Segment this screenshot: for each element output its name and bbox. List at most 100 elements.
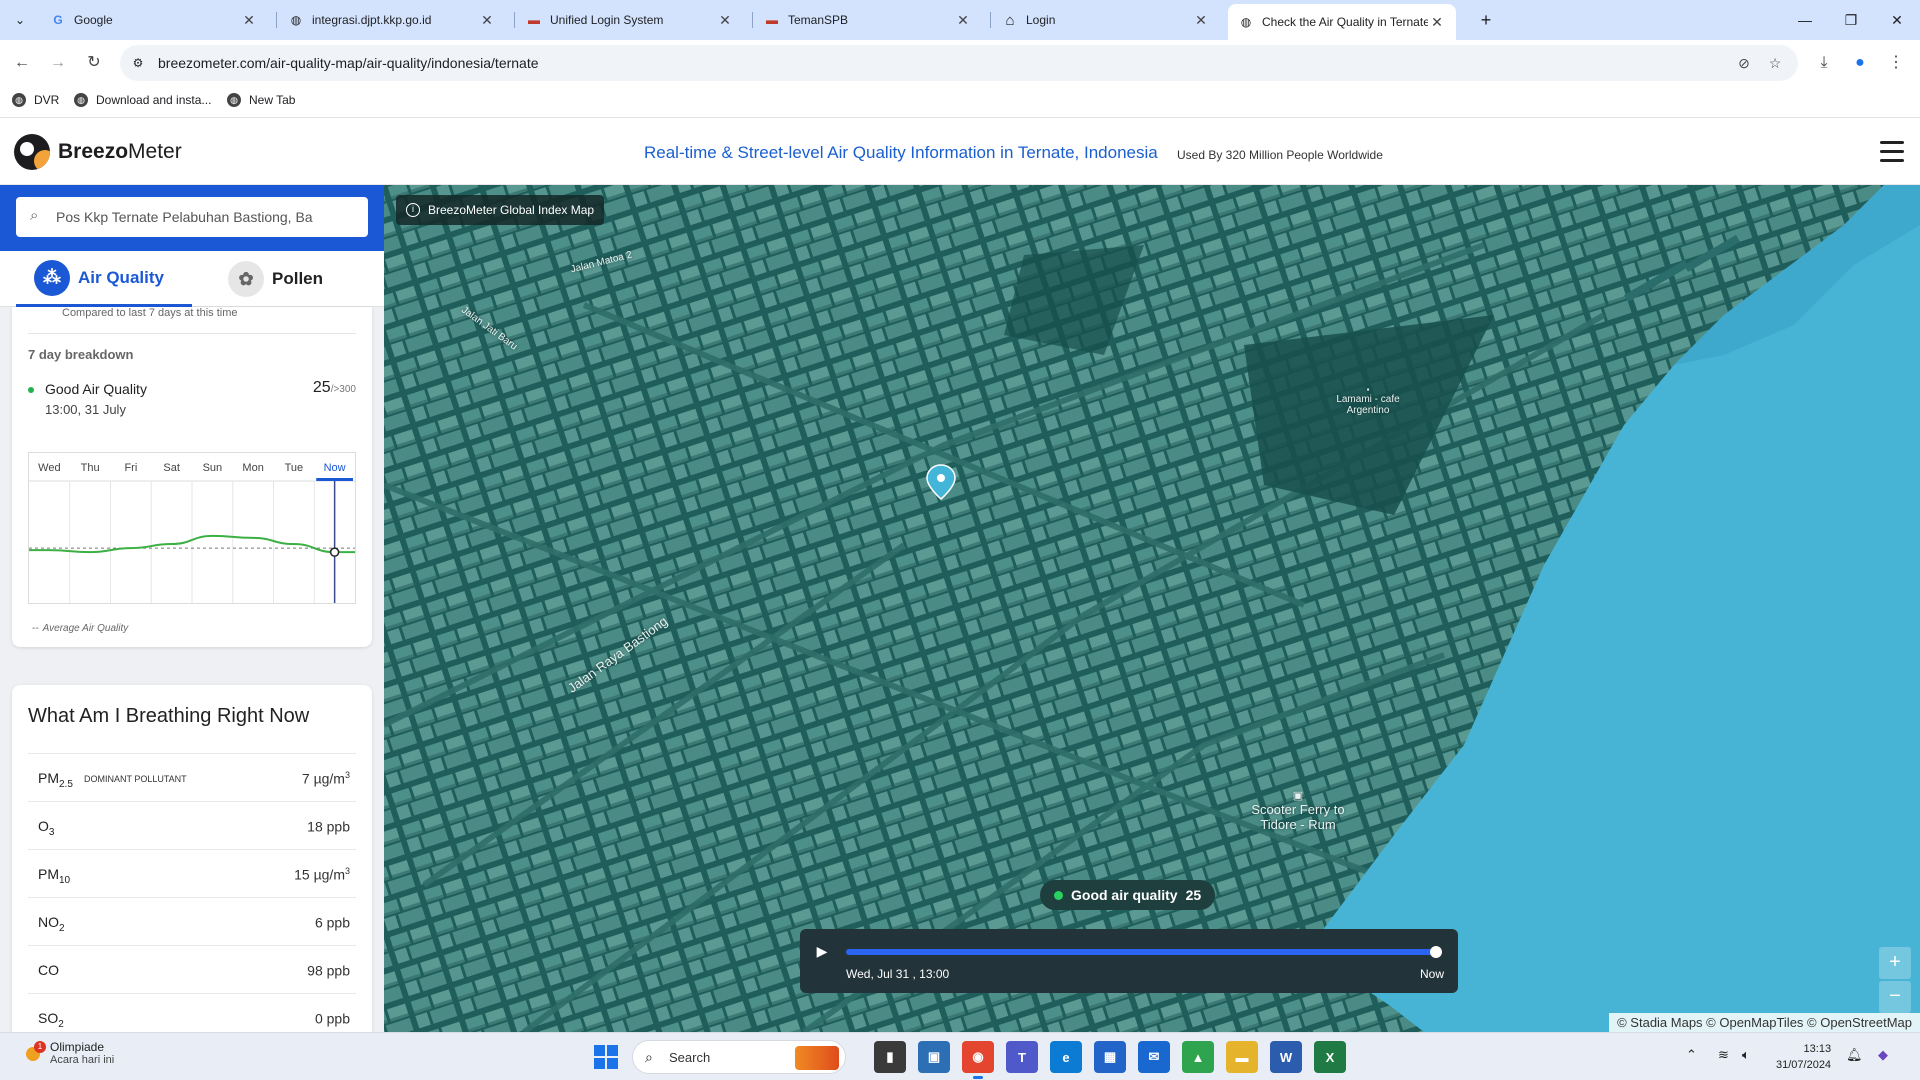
tab-search-chevron-icon[interactable]: ⌄ [8,8,32,32]
window-close-icon[interactable]: ✕ [1874,0,1920,40]
sidebar: ⌕ ⁂ Air Quality ✿ Pollen Compared to las… [0,185,384,1032]
seven-day-chart[interactable]: Wed Thu Fri Sat Sun Mon Tue Now [28,452,356,604]
site-info-icon[interactable]: ⚙ [130,55,146,71]
breakdown-title: 7 day breakdown [28,347,134,362]
tab-air-quality-active[interactable]: ◍ Check the Air Quality in Ternate ✕ [1228,4,1456,40]
zoom-in-button[interactable]: + [1879,947,1911,979]
volume-icon[interactable]: 🔈︎ [1742,1047,1750,1063]
address-bar[interactable]: ⚙ breezometer.com/air-quality-map/air-qu… [120,45,1798,81]
tab-separator [752,12,753,28]
close-icon[interactable]: ✕ [716,12,734,29]
tab-temanspb[interactable]: ▬ TemanSPB ✕ [754,4,982,36]
close-icon[interactable]: ✕ [1428,14,1446,31]
weather-widget[interactable]: 1 Olimpiade Acara hari ini [24,1040,114,1066]
download-icon[interactable]: ⤓ [1812,51,1836,75]
taskbar-search[interactable]: ⌕ Search [632,1040,846,1074]
pollutant-row[interactable]: SO2 0 ppb [28,993,356,1032]
breezometer-logo[interactable]: BreezoMeter [14,134,182,170]
new-tab-button[interactable]: + [1472,6,1500,34]
more-menu-icon[interactable]: ⋮ [1884,51,1908,75]
timeline-track[interactable] [846,946,1442,958]
tab-unified-login[interactable]: ▬ Unified Login System ✕ [516,4,744,36]
globe-icon: ◍ [12,93,26,107]
pollutant-row[interactable]: PM2.5 DOMINANT POLLUTANT 7 µg/m3 [28,753,356,801]
global-index-badge[interactable]: i BreezoMeter Global Index Map [396,195,605,225]
pollutant-name: PM10 [38,866,71,886]
close-icon[interactable]: ✕ [954,12,972,29]
file-explorer-dark-icon[interactable]: ▮ [874,1041,906,1073]
forward-arrow-icon[interactable]: → [46,51,70,75]
close-icon[interactable]: ✕ [240,12,258,29]
pollutant-row[interactable]: O3 18 ppb [28,801,356,849]
tab-title: integrasi.djpt.kkp.go.id [312,13,432,27]
air-quality-map[interactable]: i BreezoMeter Global Index Map Jalan Mat… [384,185,1920,1032]
pollutant-row[interactable]: CO 98 ppb [28,945,356,993]
tab-title: TemanSPB [788,13,849,27]
excel-icon[interactable]: X [1314,1041,1346,1073]
location-search-input[interactable] [56,197,346,237]
pollutant-row[interactable]: NO2 6 ppb [28,897,356,945]
tab-google[interactable]: G Google ✕ [40,4,268,36]
browser-toolbar: ← → ↻ ⚙ breezometer.com/air-quality-map/… [0,40,1920,86]
minimize-icon[interactable]: — [1782,0,1828,40]
edge-icon[interactable]: e [1050,1041,1082,1073]
profile-icon[interactable]: ● [1848,51,1872,75]
pollutant-value: 7 µg/m3 [301,770,350,787]
image-viewer-icon[interactable]: ▣ [918,1041,950,1073]
pollutant-name: NO2 [38,914,65,934]
home-icon: ⌂ [1005,11,1015,29]
wifi-icon[interactable]: ≋ [1718,1047,1729,1063]
eye-off-icon[interactable]: ⊘ [1734,53,1754,73]
tab-pollen[interactable]: ✿ Pollen [228,251,368,307]
average-legend: -- Average Air Quality [32,623,129,634]
quality-label: Good Air Quality [45,381,147,397]
tab-title: Check the Air Quality in Ternate [1262,15,1428,29]
chevron-up-icon[interactable]: ⌃ [1686,1047,1697,1063]
reload-icon[interactable]: ↻ [82,51,106,75]
map-attribution[interactable]: © Stadia Maps © OpenMapTiles © OpenStree… [1609,1013,1920,1032]
folder-icon[interactable]: ▬ [1226,1041,1258,1073]
bookmark-new-tab[interactable]: ◍ New Tab [227,93,295,107]
star-icon[interactable]: ☆ [1765,53,1785,73]
system-clock[interactable]: 13:13 31/07/2024 [1776,1041,1831,1073]
zoom-out-button[interactable]: − [1879,981,1911,1013]
search-icon: ⌕ [30,207,39,224]
url-text[interactable]: breezometer.com/air-quality-map/air-qual… [158,45,539,81]
timeline-handle[interactable] [1430,946,1442,958]
store-icon[interactable]: ▦ [1094,1041,1126,1073]
mail-icon[interactable]: ✉ [1138,1041,1170,1073]
copilot-icon[interactable]: ◆ [1878,1047,1888,1063]
tab-separator [990,12,991,28]
pill-label: Good air quality [1071,887,1178,903]
pollutant-row[interactable]: PM10 15 µg/m3 [28,849,356,897]
close-icon[interactable]: ✕ [478,12,496,29]
teams-icon[interactable]: T [1006,1041,1038,1073]
tab-title: Unified Login System [550,13,664,27]
back-arrow-icon[interactable]: ← [10,51,34,75]
location-search-box[interactable]: ⌕ [16,197,368,237]
chart-day-label: Mon [242,462,263,474]
bookmark-dvr[interactable]: ◍ DVR [12,93,59,107]
hamburger-menu-icon[interactable] [1880,141,1904,163]
close-icon[interactable]: ✕ [1192,12,1210,29]
tab-air-quality[interactable]: ⁂ Air Quality [16,251,192,307]
play-icon[interactable]: ▶ [812,941,832,961]
location-search-bar: ⌕ [0,185,384,251]
tab-integrasi[interactable]: ◍ integrasi.djpt.kkp.go.id ✕ [278,4,506,36]
bell-icon[interactable]: 🔔︎ [1846,1047,1863,1063]
word-icon[interactable]: W [1270,1041,1302,1073]
chrome-icon[interactable]: ◉ [962,1041,994,1079]
widgets-icon: 1 [24,1041,46,1063]
restore-icon[interactable]: ❐ [1828,0,1874,40]
pollutant-name: CO [38,962,59,978]
bookmark-download[interactable]: ◍ Download and insta... [74,93,211,107]
globe-icon: ◍ [227,93,241,107]
windows-start-icon[interactable] [594,1045,618,1069]
tab-separator [276,12,277,28]
air-quality-pill[interactable]: Good air quality 25 [1040,880,1216,910]
drive-icon[interactable]: ▲ [1182,1041,1214,1073]
tab-label: Pollen [272,269,324,288]
tab-login[interactable]: ⌂ Login ✕ [992,4,1220,36]
chart-selected-point [329,547,340,557]
quality-value: 25/>300 [312,379,356,396]
